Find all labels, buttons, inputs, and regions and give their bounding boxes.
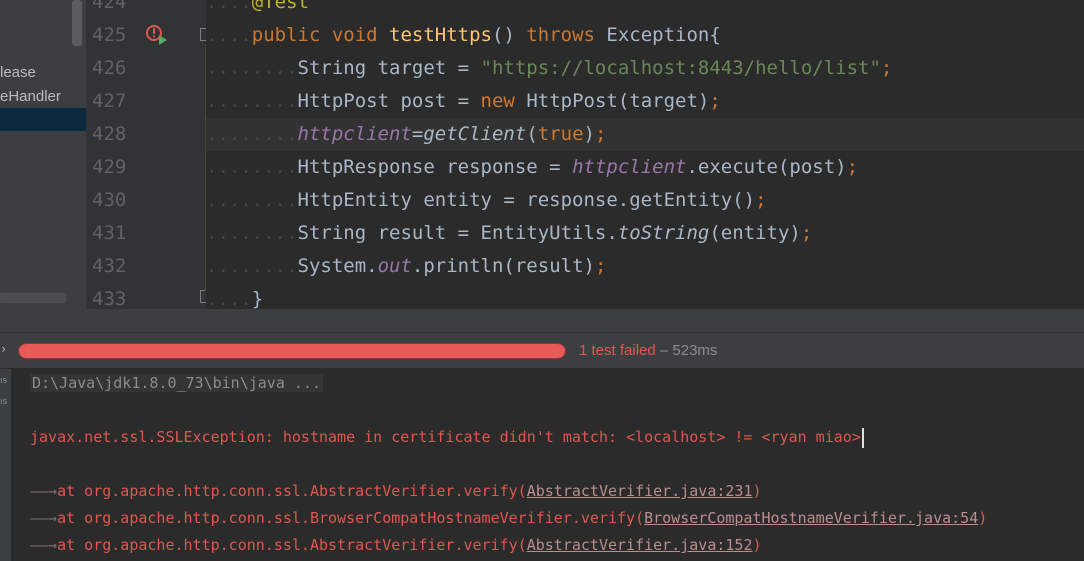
console-exception: javax.net.ssl.SSLException: hostname in … [30,426,864,448]
code-token: ; [709,90,721,112]
code-editor[interactable]: ....@Test ....public void testHttps() th… [206,0,1084,309]
code-token: HttpEntity entity = response.getEntity() [297,189,756,211]
source-link[interactable]: AbstractVerifier.java:152 [527,536,753,554]
code-token: Exception{ [606,24,721,46]
line-number: 432 [92,255,127,277]
code-token: ) [583,123,595,145]
code-line: ........String target = "https://localho… [206,57,893,79]
console-output[interactable]: D:\Java\jdk1.8.0_73\bin\java ... javax.n… [11,369,1084,561]
test-progress-fill [19,344,565,358]
code-line: ........HttpEntity entity = response.get… [206,189,767,211]
code-token: ( [526,123,538,145]
code-token: ; [846,156,859,178]
code-token: getClient [423,123,527,145]
code-token: HttpPost(target) [526,90,710,112]
line-number: 426 [92,57,127,79]
stack-trace-line: ——→at org.apache.http.conn.ssl.BrowserCo… [30,509,988,527]
code-token: httpclient [297,123,412,145]
chevron-right-icon[interactable]: › [0,342,7,356]
code-token: httpclient [572,156,687,178]
code-token: toString [617,222,710,244]
test-progress-bar [18,343,566,359]
code-token: String target = [297,57,481,79]
code-token: System. [297,255,378,277]
source-link[interactable]: AbstractVerifier.java:231 [527,482,753,500]
console-side-toolbar: ıs ıs [0,369,11,561]
stack-trace-line: ——→at org.apache.http.conn.ssl.AbstractV… [30,482,762,500]
code-token: ; [755,189,767,211]
code-token: @Test [251,0,309,13]
code-token: ; [880,57,893,79]
code-token: new [480,90,527,112]
vertical-scrollbar[interactable] [72,0,82,46]
code-line: ........String result = EntityUtils.toSt… [206,222,813,244]
code-token: = [411,123,424,145]
panel-divider[interactable] [0,309,1084,333]
code-token: ; [594,255,607,277]
text-cursor [861,427,864,448]
line-number: 427 [92,90,127,112]
tree-item-release[interactable]: lease [0,61,86,84]
code-token: .println(result) [411,255,595,277]
code-token: public [251,24,332,46]
console-side-label[interactable]: ıs [0,375,7,385]
stack-trace-line: ——→at org.apache.http.conn.ssl.AbstractV… [30,536,762,554]
code-token: (entity) [709,222,801,244]
code-token: String result = EntityUtils. [297,222,618,244]
code-token: HttpResponse response = [297,156,573,178]
code-token: throws [526,24,607,46]
code-token: () [492,24,527,46]
code-token: testHttps [389,24,492,46]
test-status: 1 test failed – 523ms [579,342,718,359]
code-token: out [377,255,412,277]
code-line: ....@Test [206,0,1084,19]
code-line: ........HttpPost post = new HttpPost(tar… [206,90,721,112]
line-number: 431 [92,222,127,244]
line-number: 430 [92,189,127,211]
code-token: true [537,123,584,145]
tree-item-selected[interactable] [0,108,86,131]
test-failed-run-icon[interactable] [145,23,173,47]
code-line: ........HttpResponse response = httpclie… [206,156,859,178]
line-number: 424 [92,0,127,13]
code-token: void [331,24,390,46]
tree-item-handler[interactable]: eHandler [0,85,86,108]
code-token: } [251,288,264,309]
source-link[interactable]: BrowserCompatHostnameVerifier.java:54 [644,509,978,527]
project-tree-panel[interactable]: lease eHandler [0,0,86,309]
code-token: ; [594,123,607,145]
code-line: ....} [206,288,264,309]
line-number: 429 [92,156,127,178]
code-line: ....public void testHttps() throws Excep… [206,24,721,46]
code-token: ; [800,222,813,244]
line-number: 428 [92,123,127,145]
horizontal-scrollbar[interactable] [0,293,66,303]
test-run-toolbar: › 1 test failed – 523ms [0,333,1084,369]
code-token: "https://localhost:8443/hello/list" [480,57,881,79]
code-line: ........System.out.println(result); [206,255,607,277]
code-token: HttpPost post = [297,90,481,112]
code-token: .execute(post) [686,156,847,178]
console-side-label[interactable]: ıs [0,396,7,406]
code-line-current: ........httpclient=getClient(true); [206,118,1084,151]
console-command-line: D:\Java\jdk1.8.0_73\bin\java ... [30,374,323,392]
